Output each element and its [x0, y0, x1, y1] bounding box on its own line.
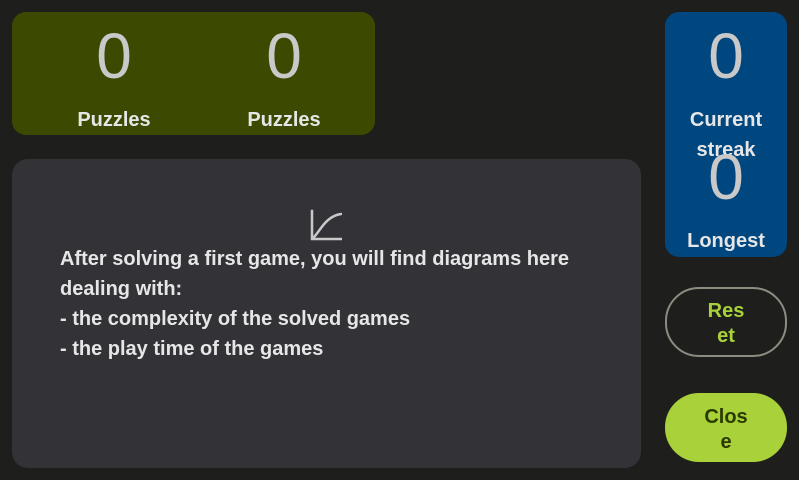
- longest-streak-label: Longest streak: [687, 230, 765, 252]
- diagrams-panel: After solving a first game, you will fin…: [12, 159, 641, 468]
- message-line: - the play time of the games: [60, 338, 324, 360]
- puzzles-solved-stat: 0 Puzzles solved: [194, 12, 374, 135]
- puzzles-started-stat: 0 Puzzles started: [24, 12, 204, 135]
- reset-button[interactable]: Reset: [665, 287, 787, 357]
- longest-streak-value: 0: [708, 141, 744, 213]
- puzzles-started-label: Puzzles started: [77, 109, 151, 131]
- close-button[interactable]: Close: [665, 393, 787, 462]
- diagrams-empty-message: After solving a first game, you will fin…: [60, 244, 600, 364]
- message-line: After solving a first game, you will fin…: [60, 248, 570, 300]
- line-chart-icon: [310, 209, 342, 241]
- puzzles-solved-value: 0: [266, 20, 302, 92]
- puzzles-started-value: 0: [96, 20, 132, 92]
- games-stats-card: 0 Puzzles started 0 Puzzles solved: [12, 12, 375, 135]
- message-line: - the complexity of the solved games: [60, 308, 411, 330]
- streak-stats-card: 0 Current streak 0 Longest streak: [665, 12, 787, 257]
- longest-streak-stat: 0 Longest streak: [665, 133, 787, 257]
- puzzles-solved-label: Puzzles solved: [247, 109, 321, 131]
- current-streak-value: 0: [708, 20, 744, 92]
